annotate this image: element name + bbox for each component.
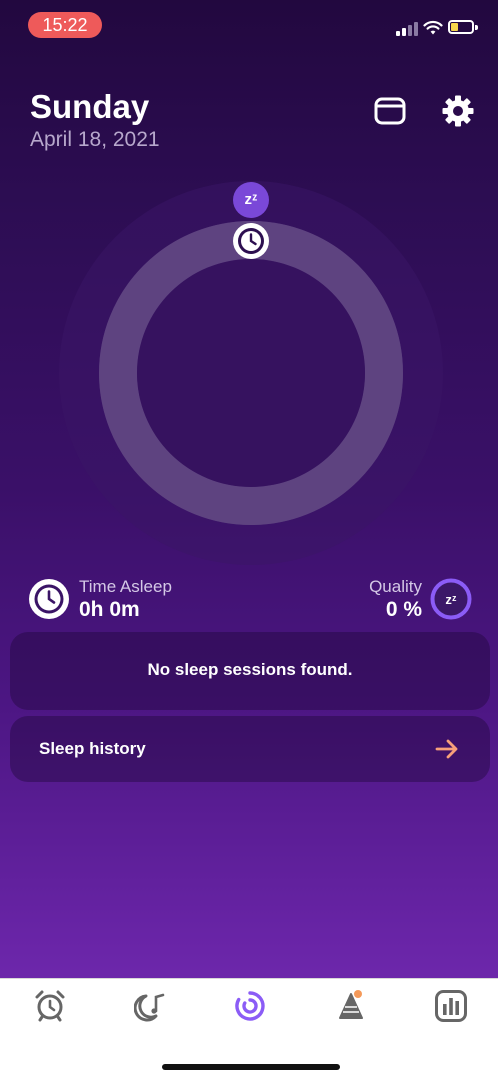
gear-icon[interactable] bbox=[441, 94, 475, 128]
sleep-sessions-card: No sleep sessions found. bbox=[10, 632, 490, 710]
sleep-stats: Time Asleep 0h 0m Quality 0 % zᶻ bbox=[0, 570, 498, 630]
arrow-right-icon bbox=[435, 739, 458, 759]
nap-cone-icon[interactable] bbox=[334, 989, 368, 1023]
svg-text:zᶻ: zᶻ bbox=[445, 592, 457, 607]
quality-value: 0 % bbox=[385, 598, 422, 621]
status-bar: 15:22 bbox=[0, 0, 498, 50]
page-date: April 18, 2021 bbox=[30, 128, 160, 151]
empty-state-message: No sleep sessions found. bbox=[147, 660, 353, 679]
page-title: Sunday bbox=[30, 88, 150, 125]
notification-dot bbox=[354, 990, 362, 998]
time-asleep-label: Time Asleep bbox=[79, 577, 172, 596]
sleep-history-label: Sleep history bbox=[39, 739, 146, 758]
home-indicator[interactable] bbox=[162, 1064, 340, 1070]
battery-tip bbox=[475, 25, 478, 30]
battery-low-icon bbox=[448, 20, 474, 34]
status-time: 15:22 bbox=[28, 12, 102, 38]
sleep-history-button[interactable]: Sleep history bbox=[10, 716, 490, 782]
time-asleep-value: 0h 0m bbox=[79, 598, 140, 621]
sleep-ring-icon[interactable] bbox=[233, 989, 267, 1023]
cellular-signal-icon bbox=[396, 22, 418, 36]
clock-icon bbox=[29, 579, 69, 619]
wifi-icon bbox=[423, 20, 443, 35]
sleep-start-marker[interactable]: zᶻ bbox=[233, 182, 269, 218]
moon-music-icon[interactable] bbox=[134, 989, 168, 1023]
calendar-icon[interactable] bbox=[373, 94, 407, 128]
clock-icon[interactable] bbox=[232, 222, 270, 260]
bar-chart-icon[interactable] bbox=[434, 989, 468, 1023]
quality-ring-icon: zᶻ bbox=[430, 578, 472, 620]
alarm-clock-icon[interactable] bbox=[33, 989, 67, 1023]
quality-label: Quality bbox=[369, 577, 422, 596]
